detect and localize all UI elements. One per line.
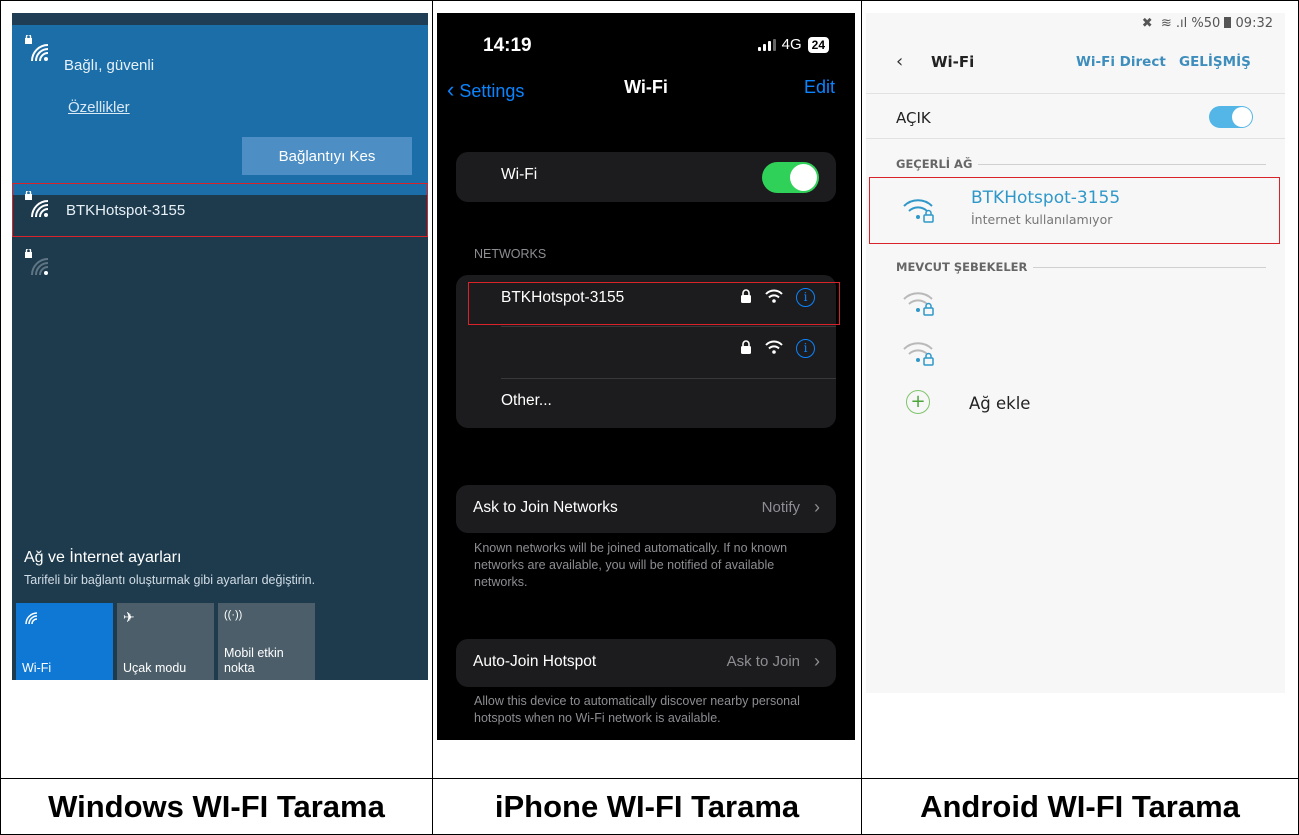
table-border-col1 — [432, 0, 433, 835]
secured-wifi-icon[interactable] — [902, 290, 936, 316]
other-network-label: Other... — [501, 392, 552, 409]
caption-iphone: iPhone WI-FI Tarama — [494, 789, 800, 824]
wifi-status-icon: ≋ .ıl — [1160, 16, 1188, 31]
status-time: 14:19 — [483, 35, 532, 56]
iphone-wifi-panel: 14:19 4G 24 ‹ Settings Wi-Fi Edit Wi-Fi … — [437, 13, 855, 740]
hotspot-icon: ((·)) — [224, 609, 243, 621]
advanced-button[interactable]: GELİŞMİŞ — [1179, 54, 1251, 70]
mute-icon: ✖ — [1141, 16, 1153, 31]
info-icon[interactable]: i — [796, 339, 815, 358]
lock-icon — [740, 340, 752, 359]
windows-wifi-panel: Bağlı, güvenli Özellikler Bağlantıyı Kes… — [12, 13, 428, 680]
current-network-header: GEÇERLİ AĞ — [896, 157, 1266, 171]
table-border-top — [0, 0, 1299, 1]
table-border-left — [0, 0, 1, 835]
caption-android: Android WI-FI Tarama — [920, 789, 1240, 824]
ask-to-join-value: Notify — [761, 499, 800, 516]
network-type: 4G — [781, 36, 802, 53]
secured-weak-wifi-icon[interactable] — [22, 249, 52, 279]
airplane-icon: ✈ — [123, 609, 135, 625]
airplane-mode-tile-label: Uçak modu — [123, 661, 187, 675]
ask-to-join-row[interactable]: Ask to Join Networks Notify › — [456, 485, 836, 533]
add-network-icon[interactable]: + — [906, 390, 930, 414]
edit-button[interactable]: Edit — [804, 77, 835, 98]
page-title: Wi-Fi — [931, 53, 975, 71]
android-status-bar: ✖ ≋ .ıl %50 09:32 — [1142, 16, 1273, 31]
wifi-toggle-row[interactable]: AÇIK — [866, 93, 1285, 139]
table-border-col2 — [861, 0, 862, 835]
wifi-direct-button[interactable]: Wi-Fi Direct — [1076, 54, 1166, 70]
battery-percent: %50 — [1191, 16, 1221, 31]
status-time: 09:32 — [1235, 16, 1273, 31]
auto-join-hotspot-note: Allow this device to automatically disco… — [474, 694, 800, 725]
wifi-signal-icon — [765, 340, 783, 359]
chevron-right-icon: › — [814, 651, 820, 671]
current-network-header-label: GEÇERLİ AĞ — [896, 157, 973, 171]
battery-icon — [1224, 17, 1232, 28]
available-networks-header-label: MEVCUT ŞEBEKELER — [896, 260, 1028, 274]
mobile-hotspot-tile-label: Mobil etkin nokta — [224, 646, 284, 675]
add-network-button[interactable]: Ağ ekle — [969, 394, 1030, 413]
secured-wifi-icon — [25, 191, 49, 218]
other-network-row[interactable]: Other... — [456, 378, 836, 428]
wifi-toggle-label: AÇIK — [896, 109, 931, 127]
caption-windows: Windows WI-FI Tarama — [48, 789, 385, 824]
mobile-hotspot-tile[interactable]: ((·)) Mobil etkin nokta — [218, 603, 315, 680]
auto-join-hotspot-label: Auto-Join Hotspot — [473, 653, 597, 670]
ask-to-join-note: Known networks will be joined automatica… — [474, 541, 788, 589]
network-settings-description: Tarifeli bir bağlantı oluşturmak gibi ay… — [24, 573, 316, 587]
wifi-toggle-row: Wi-Fi — [456, 152, 836, 202]
network-row[interactable]: i — [456, 326, 836, 376]
android-header: ‹ Wi-Fi Wi-Fi Direct GELİŞMİŞ — [866, 43, 1285, 83]
secured-wifi-icon — [25, 35, 49, 62]
ask-to-join-label: Ask to Join Networks — [473, 499, 618, 516]
disconnect-button[interactable]: Bağlantıyı Kes — [242, 137, 412, 175]
cellular-signal-icon — [757, 38, 776, 51]
auto-join-hotspot-row[interactable]: Auto-Join Hotspot Ask to Join › — [456, 639, 836, 687]
ask-to-join-group: Ask to Join Networks Notify › — [456, 485, 836, 533]
battery-icon: 24 — [807, 36, 829, 53]
auto-join-hotspot-value: Ask to Join — [726, 653, 800, 670]
properties-link[interactable]: Özellikler — [68, 99, 130, 116]
network-settings-link[interactable]: Ağ ve İnternet ayarları — [24, 549, 181, 567]
current-network-highlight — [869, 177, 1280, 244]
page-title: Wi-Fi — [624, 77, 668, 97]
available-networks-header: MEVCUT ŞEBEKELER — [896, 260, 1266, 274]
networks-header: NETWORKS — [474, 247, 547, 261]
wifi-toggle-switch[interactable] — [762, 162, 819, 193]
back-arrow-icon[interactable]: ‹ — [896, 51, 903, 72]
wifi-toggle-switch[interactable] — [1209, 106, 1253, 128]
wifi-toggle-label: Wi-Fi — [501, 166, 538, 183]
chevron-right-icon: › — [814, 497, 820, 517]
network-name: BTKHotspot-3155 — [66, 202, 186, 219]
selected-network-highlight — [468, 282, 840, 325]
auto-join-hotspot-group: Auto-Join Hotspot Ask to Join › — [456, 639, 836, 687]
windows-panel-top-strip — [12, 13, 428, 25]
airplane-mode-tile[interactable]: ✈ Uçak modu — [117, 603, 214, 680]
connection-status-text: Bağlı, güvenli — [64, 57, 155, 74]
android-wifi-panel: ✖ ≋ .ıl %50 09:32 ‹ Wi-Fi Wi-Fi Direct G… — [866, 13, 1285, 693]
wifi-toggle-group: Wi-Fi — [456, 152, 836, 202]
wifi-icon — [25, 612, 38, 625]
status-bar-right: 4G 24 — [757, 36, 829, 53]
secured-wifi-icon[interactable] — [902, 340, 936, 366]
wifi-tile-label: Wi-Fi — [22, 661, 52, 675]
wifi-tile[interactable]: Wi-Fi — [16, 603, 113, 680]
